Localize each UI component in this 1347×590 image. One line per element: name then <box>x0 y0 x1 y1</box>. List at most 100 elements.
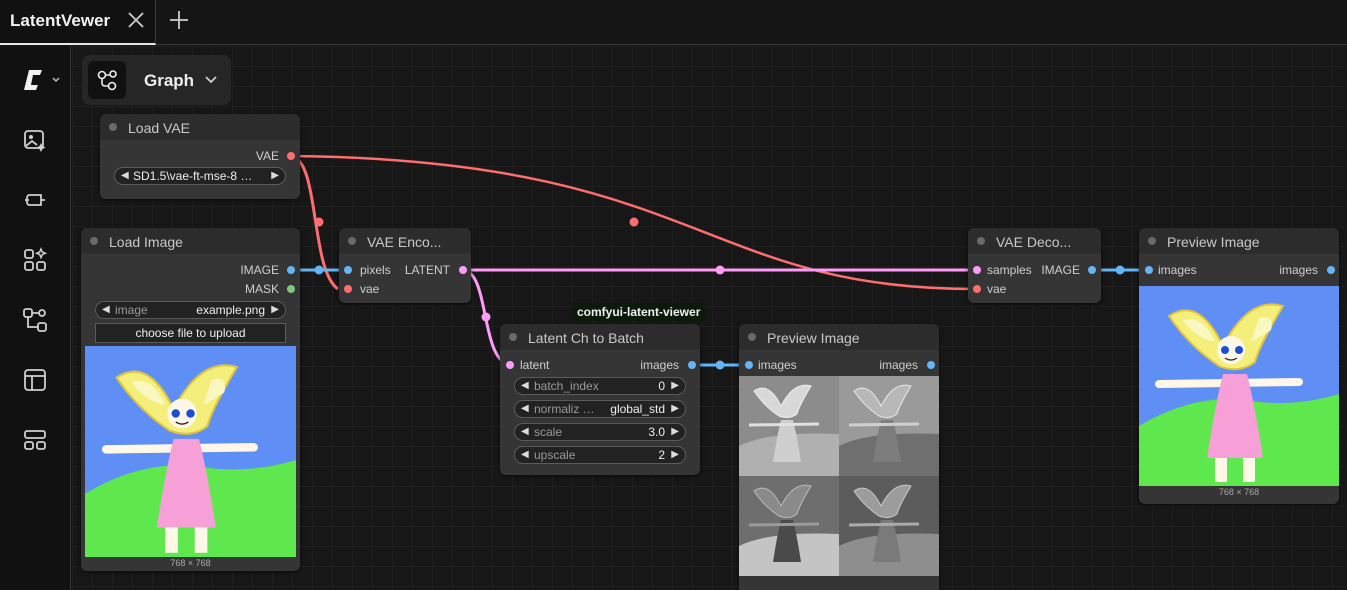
upscale-widget[interactable]: ◀ upscale 2 ▶ <box>514 446 686 464</box>
node-latent-ch-to-batch[interactable]: Latent Ch to Batch latent images ◀ batch… <box>500 324 700 475</box>
node-preview-image-latents[interactable]: Preview Image images images <box>739 324 939 590</box>
output-label-image: IMAGE <box>240 263 279 277</box>
upload-button[interactable]: choose file to upload <box>95 323 286 343</box>
widget-name: batch_index <box>534 379 599 393</box>
scale-widget[interactable]: ◀ scale 3.0 ▶ <box>514 423 686 441</box>
image-sparkle-icon[interactable] <box>21 126 49 154</box>
widget-value: 3.0 <box>648 425 665 439</box>
collapse-dot[interactable] <box>90 237 98 245</box>
batch-index-widget[interactable]: ◀ batch_index 0 ▶ <box>514 377 686 395</box>
input-port-images[interactable] <box>1145 266 1153 274</box>
image-preview <box>85 346 296 557</box>
decrement-arrow-icon[interactable]: ◀ <box>121 170 129 181</box>
node-title: Preview Image <box>767 330 860 346</box>
input-port-samples[interactable] <box>973 266 981 274</box>
decrement-arrow-icon[interactable]: ◀ <box>521 449 529 460</box>
input-port-images[interactable] <box>745 361 753 369</box>
node-header[interactable]: Latent Ch to Batch <box>500 324 700 350</box>
image-preview <box>1139 286 1339 486</box>
input-port-vae[interactable] <box>973 285 981 293</box>
decrement-arrow-icon[interactable]: ◀ <box>521 426 529 437</box>
widget-name: scale <box>534 425 563 439</box>
node-header[interactable]: VAE Enco... <box>339 228 471 254</box>
node-header[interactable]: Preview Image <box>739 324 939 350</box>
output-label-image: IMAGE <box>1041 263 1080 277</box>
queue-icon[interactable] <box>21 426 49 454</box>
input-port-pixels[interactable] <box>344 266 352 274</box>
decrement-arrow-icon[interactable]: ◀ <box>521 380 529 391</box>
node-vae-encode[interactable]: VAE Enco... pixels vae LATENT <box>339 228 471 303</box>
input-label-latent: latent <box>520 358 550 372</box>
output-port-images[interactable] <box>688 361 696 369</box>
increment-arrow-icon[interactable]: ▶ <box>671 403 679 414</box>
input-port-vae[interactable] <box>344 285 352 293</box>
input-label-pixels: pixels <box>360 263 391 277</box>
image-select-widget[interactable]: ◀ image example.png ▶ <box>95 301 286 319</box>
increment-arrow-icon[interactable]: ▶ <box>671 380 679 391</box>
increment-arrow-icon[interactable]: ▶ <box>671 426 679 437</box>
node-title: Preview Image <box>1167 234 1260 250</box>
comfy-logo-icon[interactable] <box>20 66 64 94</box>
collapse-dot[interactable] <box>977 237 985 245</box>
output-label-images: images <box>640 358 679 372</box>
output-label-images: images <box>1279 263 1318 277</box>
output-port-images[interactable] <box>1327 266 1335 274</box>
node-vae-decode[interactable]: VAE Deco... samples vae IMAGE <box>968 228 1101 303</box>
input-label-samples: samples <box>987 263 1032 277</box>
widget-value: 0 <box>658 379 665 393</box>
collapse-dot[interactable] <box>348 237 356 245</box>
widget-value: 2 <box>658 448 665 462</box>
latent-channel-thumbnail <box>739 476 839 576</box>
node-load-image[interactable]: Load Image IMAGE MASK ◀ image example.pn… <box>81 228 300 571</box>
close-icon[interactable] <box>126 9 146 31</box>
node-header[interactable]: Load VAE <box>100 114 300 140</box>
output-port-mask[interactable] <box>287 285 295 293</box>
input-label-images: images <box>1158 263 1197 277</box>
collapse-dot[interactable] <box>109 123 117 131</box>
widget-name: image <box>115 303 148 317</box>
workflow-icon <box>97 70 117 91</box>
increment-arrow-icon[interactable]: ▶ <box>671 449 679 460</box>
workflow-icon[interactable] <box>21 306 49 334</box>
node-load-vae[interactable]: Load VAE VAE ◀ SD1.5\vae-ft-mse-8 … ▶ <box>100 114 300 199</box>
plus-icon[interactable] <box>168 9 190 31</box>
output-port-image[interactable] <box>287 266 295 274</box>
output-label-vae: VAE <box>255 149 279 163</box>
node-title: Load Image <box>109 234 183 250</box>
increment-arrow-icon[interactable]: ▶ <box>271 170 279 181</box>
chevron-down-icon <box>205 76 217 84</box>
collapse-dot[interactable] <box>748 333 756 341</box>
node-header[interactable]: Preview Image <box>1139 228 1339 254</box>
node-preview-image[interactable]: Preview Image images images 768 × 768 <box>1139 228 1339 504</box>
normalize-widget[interactable]: ◀ normaliz … global_std ▶ <box>514 400 686 418</box>
widget-value: example.png <box>196 303 265 317</box>
decrement-arrow-icon[interactable]: ◀ <box>521 403 529 414</box>
node-title: VAE Deco... <box>996 234 1072 250</box>
nodes-library-icon[interactable] <box>21 246 49 274</box>
graph-menu-label: Graph <box>144 71 195 90</box>
vae-name-widget[interactable]: ◀ SD1.5\vae-ft-mse-8 … ▶ <box>114 167 286 185</box>
template-icon[interactable] <box>21 366 49 394</box>
workflow-tab[interactable]: LatentVewer <box>0 0 156 45</box>
image-dimensions: 768 × 768 <box>170 558 211 568</box>
node-header[interactable]: VAE Deco... <box>968 228 1101 254</box>
model-icon[interactable] <box>21 186 49 214</box>
output-port-vae[interactable] <box>287 152 295 160</box>
input-label-vae: vae <box>360 282 380 296</box>
tab-title: LatentVewer <box>10 11 111 30</box>
collapse-dot[interactable] <box>509 333 517 341</box>
group-title[interactable]: comfyui-latent-viewer <box>572 303 706 321</box>
input-port-latent[interactable] <box>506 361 514 369</box>
output-port-latent[interactable] <box>459 266 467 274</box>
output-label-images: images <box>879 358 918 372</box>
input-label-images: images <box>758 358 797 372</box>
graph-menu-button[interactable]: Graph <box>82 55 231 105</box>
output-port-images[interactable] <box>927 361 935 369</box>
collapse-dot[interactable] <box>1148 237 1156 245</box>
output-port-image[interactable] <box>1088 266 1096 274</box>
increment-arrow-icon[interactable]: ▶ <box>271 304 279 315</box>
node-title: Latent Ch to Batch <box>528 330 644 346</box>
image-dimensions: 768 × 768 <box>1218 487 1260 497</box>
decrement-arrow-icon[interactable]: ◀ <box>102 304 110 315</box>
node-header[interactable]: Load Image <box>81 228 300 254</box>
